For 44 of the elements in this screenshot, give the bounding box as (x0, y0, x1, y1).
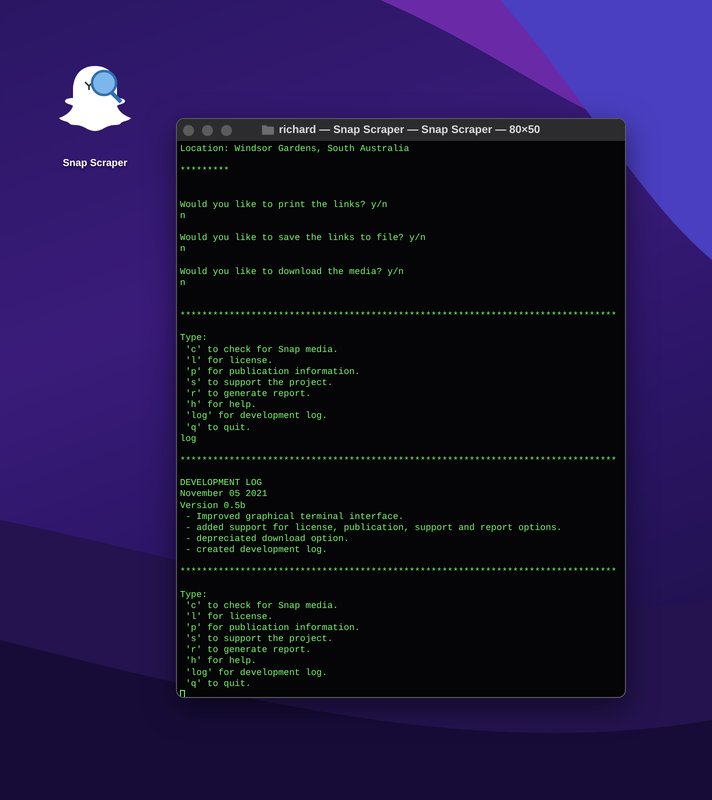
terminal-line: n (180, 276, 186, 288)
terminal-line: 'c' to check for Snap media. (184, 600, 338, 611)
folder-icon (262, 125, 274, 135)
terminal-line: 'log' for development log. (184, 666, 328, 678)
terminal-line: 'q' to quit. (184, 422, 251, 433)
terminal-line: 'log' for development log. (184, 410, 328, 422)
minimize-button[interactable] (202, 124, 213, 136)
terminal-line: 'p' for publication information. (184, 366, 360, 377)
terminal-line: 'l' for license. (184, 610, 273, 622)
terminal-line: 'q' to quit. (184, 678, 251, 689)
terminal-line: log (180, 432, 196, 444)
terminal-line: 's' to support the project. (184, 376, 333, 388)
terminal-line: 'l' for license. (184, 354, 273, 366)
terminal-line: 'h' for help. (184, 399, 256, 410)
terminal-line: 'r' to generate report. (184, 388, 311, 400)
terminal-line: ******************************************************************************** (180, 454, 617, 466)
terminal-line: Type: (180, 332, 208, 344)
terminal-line: Type: (180, 588, 208, 600)
terminal-line: - Improved graphical terminal interface. (184, 510, 404, 522)
zoom-button[interactable] (221, 124, 232, 136)
terminal-line: Would you like to download the media? y/n (180, 266, 404, 277)
terminal-line: 'p' for publication information. (184, 622, 360, 634)
terminal-line: DEVELOPMENT LOG (180, 477, 262, 488)
terminal-line: - created development log. (184, 544, 328, 556)
terminal-line: n (180, 243, 186, 254)
terminal-line: Would you like to save the links to file? y/n (180, 232, 426, 244)
terminal-line: Version 0.5b (180, 500, 246, 510)
terminal-line: - added support for license, publication, support and report options. (184, 522, 562, 533)
terminal-line: - depreciated download option. (184, 532, 350, 544)
text-cursor (180, 690, 185, 697)
terminal-line: Would you like to print the links? y/n (180, 198, 388, 210)
close-button[interactable] (183, 124, 194, 136)
terminal-line: November 05 2021 (180, 488, 268, 500)
terminal-line: 'r' to generate report. (184, 644, 311, 656)
terminal-line: Location: Windsor Gardens, South Australia (180, 143, 410, 154)
terminal-line: n (180, 210, 186, 221)
terminal-line: ******************************************************************************** (180, 310, 617, 322)
terminal-line: 'h' for help. (184, 655, 256, 666)
desktop-icon-label[interactable]: Snap Scraper (62, 158, 128, 169)
terminal-line: 'c' to check for Snap media. (184, 344, 338, 355)
terminal-line: 's' to support the project. (184, 633, 333, 644)
terminal-line: ******************************************************************************** (180, 566, 617, 578)
terminal-line: ********* (180, 165, 230, 176)
window-title: richard — Snap Scraper — Snap Scraper — 80×50 (278, 124, 540, 136)
